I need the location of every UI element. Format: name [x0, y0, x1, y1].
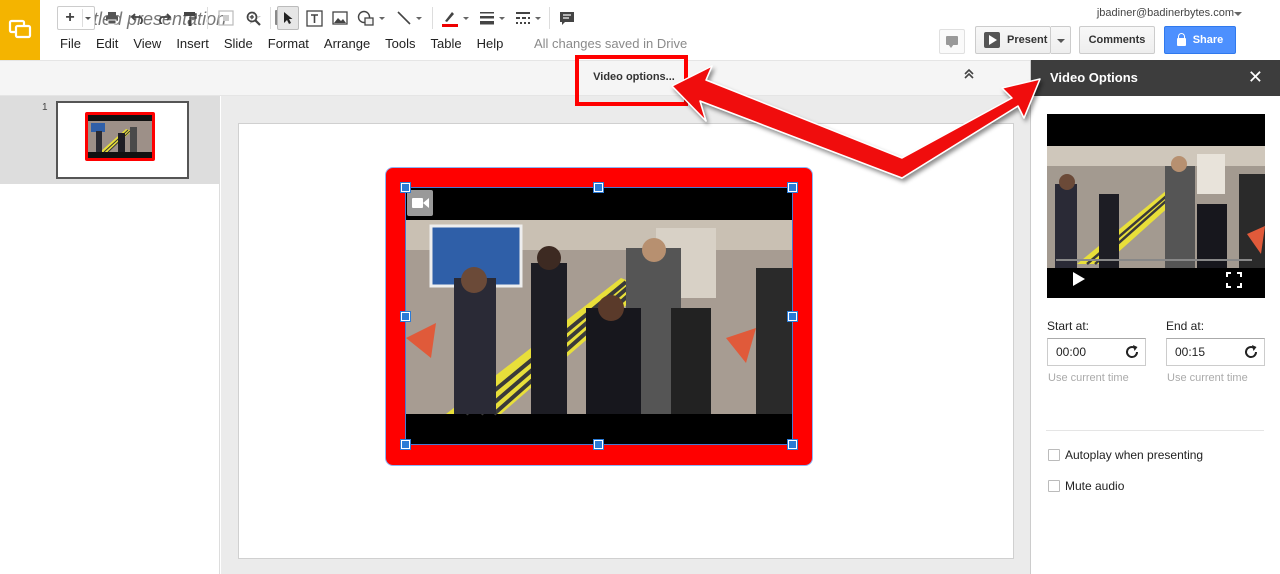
reload-icon[interactable]	[1243, 344, 1259, 360]
menu-file[interactable]: File	[60, 36, 81, 51]
redo-icon[interactable]	[154, 6, 172, 30]
menu-insert[interactable]: Insert	[176, 36, 209, 51]
resize-handle-top-left[interactable]	[400, 182, 411, 193]
video-preview[interactable]	[1047, 114, 1265, 298]
undo-icon[interactable]	[129, 6, 147, 30]
thumbnail-video-image	[88, 115, 152, 158]
present-label: Present	[1007, 34, 1048, 46]
slide-thumbnail[interactable]	[56, 101, 189, 179]
resize-handle-top[interactable]	[593, 182, 604, 193]
share-label: Share	[1192, 34, 1224, 46]
slides-logo-icon	[8, 19, 32, 39]
video-options-panel: Video Options ✕ Start at: 00:00 Use curr…	[1030, 60, 1280, 574]
paint-format-icon[interactable]	[181, 6, 199, 30]
video-preview-image	[1047, 114, 1265, 298]
save-status[interactable]: All changes saved in Drive	[534, 36, 687, 51]
menu-slide[interactable]: Slide	[224, 36, 253, 51]
play-icon	[984, 32, 1000, 48]
menu-format[interactable]: Format	[268, 36, 309, 51]
annotation-highlight-box	[575, 55, 688, 106]
menu-help[interactable]: Help	[477, 36, 504, 51]
comment-history-icon[interactable]	[939, 29, 965, 54]
user-email[interactable]: jbadiner@badinerbytes.com	[1097, 7, 1234, 19]
resize-handle-bottom-right[interactable]	[787, 439, 798, 450]
resize-handle-bottom-left[interactable]	[400, 439, 411, 450]
print-icon[interactable]	[103, 6, 121, 30]
slide-thumbnail-row[interactable]: 1	[0, 96, 219, 184]
panel-title: Video Options	[1050, 70, 1138, 85]
end-at-label: End at:	[1166, 319, 1205, 333]
fullscreen-icon[interactable]	[1226, 272, 1242, 288]
image-icon[interactable]	[330, 6, 350, 30]
toolbar	[0, 60, 1030, 96]
new-slide-button[interactable]: +	[57, 6, 95, 30]
line-color-icon[interactable]	[438, 6, 472, 30]
panel-divider	[1046, 430, 1264, 431]
collapse-icon[interactable]	[963, 68, 975, 83]
autoplay-checkbox[interactable]	[1048, 449, 1060, 461]
mute-audio-checkbox[interactable]	[1048, 480, 1060, 492]
select-icon[interactable]	[277, 6, 299, 30]
start-use-current-time[interactable]: Use current time	[1048, 372, 1129, 384]
line-icon[interactable]	[392, 6, 426, 30]
resize-handle-right[interactable]	[787, 311, 798, 322]
menu-edit[interactable]: Edit	[96, 36, 118, 51]
zoom-fit-icon[interactable]	[216, 6, 236, 30]
lock-icon	[1176, 32, 1186, 46]
video-object[interactable]	[405, 187, 793, 445]
comments-button[interactable]: Comments	[1079, 26, 1155, 54]
resize-handle-left[interactable]	[400, 311, 411, 322]
chevron-down-icon[interactable]	[1234, 12, 1242, 16]
chevron-down-icon	[85, 17, 91, 20]
chevron-down-icon	[535, 16, 541, 20]
slide-filmstrip: 1	[0, 96, 220, 574]
shape-icon[interactable]	[355, 6, 387, 30]
resize-handle-top-right[interactable]	[787, 182, 798, 193]
chevron-down-icon	[379, 16, 385, 20]
chevron-down-icon	[416, 16, 422, 20]
chevron-down-icon	[499, 16, 505, 20]
menu-view[interactable]: View	[133, 36, 161, 51]
close-icon[interactable]: ✕	[1248, 68, 1263, 86]
play-icon[interactable]	[1073, 272, 1085, 286]
menu-arrange[interactable]: Arrange	[324, 36, 370, 51]
share-button[interactable]: Share	[1164, 26, 1236, 54]
slides-logo[interactable]	[0, 0, 40, 60]
chevron-down-icon	[463, 16, 469, 20]
text-box-icon[interactable]	[304, 6, 324, 30]
add-label: +	[65, 9, 75, 26]
menu-tools[interactable]: Tools	[385, 36, 415, 51]
resize-handle-bottom[interactable]	[593, 439, 604, 450]
mute-audio-label[interactable]: Mute audio	[1065, 479, 1124, 493]
video-progress-bar[interactable]	[1056, 259, 1252, 261]
line-weight-icon[interactable]	[476, 6, 508, 30]
thumbnail-video-frame	[85, 112, 155, 161]
menu-bar: File Edit View Insert Slide Format Arran…	[60, 36, 518, 51]
video-frame-image	[406, 188, 792, 444]
panel-header: Video Options ✕	[1031, 60, 1280, 96]
speaker-notes-icon[interactable]	[556, 6, 578, 30]
line-dash-icon[interactable]	[512, 6, 544, 30]
start-at-label: Start at:	[1047, 319, 1090, 333]
zoom-icon[interactable]	[243, 6, 263, 30]
present-button[interactable]: Present	[975, 26, 1051, 54]
reload-icon[interactable]	[1124, 344, 1140, 360]
end-use-current-time[interactable]: Use current time	[1167, 372, 1248, 384]
slide-number: 1	[42, 102, 48, 113]
present-dropdown-button[interactable]	[1051, 26, 1071, 54]
menu-table[interactable]: Table	[431, 36, 462, 51]
video-camera-icon	[407, 190, 433, 216]
autoplay-label[interactable]: Autoplay when presenting	[1065, 448, 1203, 462]
